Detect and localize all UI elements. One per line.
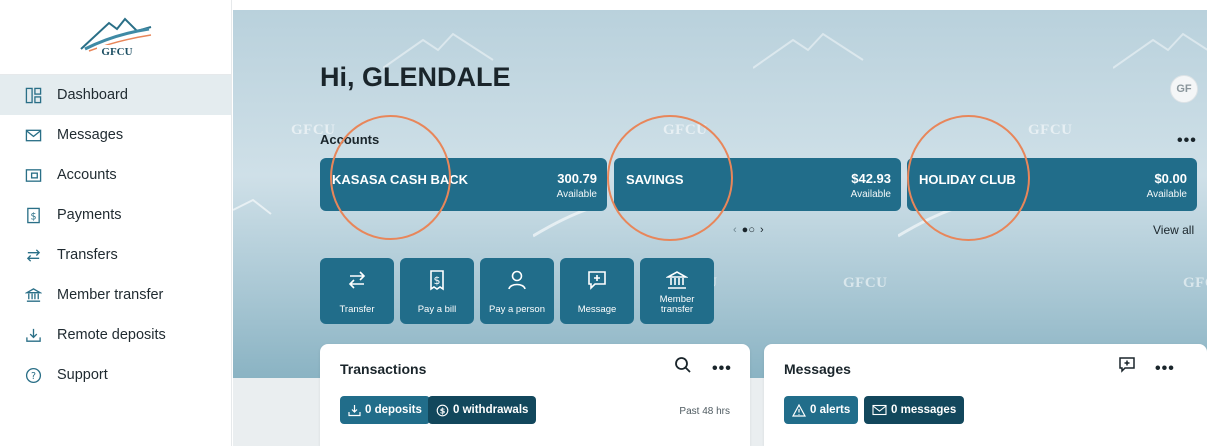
sidebar-item-label: Dashboard [57, 87, 128, 103]
transactions-card: Transactions ••• 0 deposits $ 0 withdraw… [320, 344, 750, 446]
svg-text:$: $ [434, 274, 441, 287]
sidebar-item-remote-deposits[interactable]: Remote deposits [0, 315, 231, 355]
account-card-holiday-club[interactable]: HOLIDAY CLUB $0.00 Available [907, 158, 1197, 211]
sidebar-item-messages[interactable]: Messages [0, 115, 231, 155]
view-all-link[interactable]: View all [1153, 223, 1194, 237]
withdrawals-chip[interactable]: $ 0 withdrawals [428, 396, 537, 424]
messages-count: 0 messages [891, 404, 957, 416]
transfer-icon [345, 268, 369, 292]
messages-title: Messages [784, 361, 851, 377]
chevron-right-icon[interactable]: › [760, 224, 764, 236]
message-button[interactable]: Message [560, 258, 634, 324]
messages-card: Messages ••• 0 alerts 0 messages [764, 344, 1207, 446]
account-name: KASASA CASH BACK [332, 172, 469, 187]
quick-action-label: Member transfer [659, 294, 695, 315]
accounts-icon [24, 166, 42, 184]
envelope-icon [24, 126, 42, 144]
accounts-more-button[interactable]: ••• [1177, 133, 1197, 149]
page-title: Hi, GLENDALE [320, 62, 511, 92]
sidebar-item-label: Transfers [57, 247, 118, 263]
account-balance: $42.93 [851, 171, 891, 186]
main-content: GFCU GFCU GFCU GFCU GFCU GFCU Hi, GLENDA… [233, 0, 1207, 446]
deposits-count: 0 deposits [365, 404, 422, 416]
account-name: SAVINGS [626, 172, 684, 187]
pay-bill-button[interactable]: $ Pay a bill [400, 258, 474, 324]
dashboard-icon [24, 86, 42, 104]
sidebar-item-label: Remote deposits [57, 327, 166, 343]
logo[interactable]: GFCU [0, 0, 231, 75]
watermark-text: GFCU [663, 122, 708, 138]
messages-chip[interactable]: 0 messages [864, 396, 965, 424]
member-transfer-button[interactable]: Member transfer [640, 258, 714, 324]
account-status: Available [556, 189, 597, 200]
transfers-icon [24, 246, 42, 264]
sidebar-item-label: Messages [57, 127, 124, 143]
sidebar-item-support[interactable]: ? Support [0, 355, 231, 395]
message-plus-icon[interactable] [1118, 356, 1136, 379]
quick-action-label: Pay a bill [417, 304, 457, 315]
bank-icon [24, 286, 42, 304]
watermark-text: GFCU [1183, 275, 1207, 291]
deposit-icon [348, 404, 361, 416]
carousel-pager: ‹ ●○ › [733, 224, 764, 236]
withdrawals-count: 0 withdrawals [453, 404, 529, 416]
svg-text:$: $ [440, 406, 446, 415]
deposit-icon [24, 326, 42, 344]
bill-icon: $ [425, 268, 449, 292]
quick-action-label: Pay a person [489, 304, 545, 315]
sidebar-item-dashboard[interactable]: Dashboard [0, 75, 231, 115]
envelope-icon [872, 404, 887, 416]
svg-text:?: ? [30, 371, 35, 382]
alerts-count: 0 alerts [810, 404, 851, 416]
watermark-text: GFCU [843, 275, 888, 291]
sidebar: GFCU Dashboard Messages Accounts $ Payme… [0, 0, 232, 446]
top-bar [233, 0, 1207, 10]
account-status: Available [850, 189, 891, 200]
sidebar-nav: Dashboard Messages Accounts $ Payments T… [0, 75, 231, 395]
sidebar-item-label: Payments [57, 207, 122, 223]
gfcu-logo-icon: GFCU [79, 17, 151, 58]
quick-action-label: Transfer [339, 304, 375, 315]
account-name: HOLIDAY CLUB [919, 172, 1016, 187]
transactions-more-button[interactable]: ••• [712, 361, 732, 377]
account-balance: $0.00 [1154, 171, 1187, 186]
payments-icon: $ [24, 206, 42, 224]
account-status: Available [1146, 189, 1187, 200]
dollar-circle-icon: $ [436, 404, 449, 416]
transactions-title: Transactions [340, 361, 427, 377]
watermark-text: GFCU [1028, 122, 1073, 138]
mountain-watermark-icon [1113, 32, 1207, 69]
transfer-button[interactable]: Transfer [320, 258, 394, 324]
transactions-period: Past 48 hrs [679, 406, 730, 417]
sidebar-item-label: Support [57, 367, 108, 383]
pay-person-button[interactable]: Pay a person [480, 258, 554, 324]
account-card-kasasa[interactable]: KASASA CASH BACK 300.79 Available [320, 158, 607, 211]
sidebar-item-transfers[interactable]: Transfers [0, 235, 231, 275]
search-icon[interactable] [674, 356, 692, 379]
sidebar-item-payments[interactable]: $ Payments [0, 195, 231, 235]
help-icon: ? [24, 366, 42, 384]
quick-action-label: Message [577, 304, 617, 315]
mountain-watermark-icon [233, 198, 272, 215]
accounts-section-title: Accounts [320, 132, 380, 147]
svg-text:$: $ [30, 211, 36, 222]
warning-icon [792, 403, 806, 417]
message-plus-icon [585, 268, 609, 292]
bank-icon [665, 268, 689, 292]
person-icon [505, 268, 529, 292]
sidebar-item-accounts[interactable]: Accounts [0, 155, 231, 195]
mountain-watermark-icon [753, 32, 864, 69]
svg-text:GFCU: GFCU [101, 46, 132, 58]
deposits-chip[interactable]: 0 deposits [340, 396, 430, 424]
carousel-dots[interactable]: ●○ [742, 224, 755, 236]
account-card-savings[interactable]: SAVINGS $42.93 Available [614, 158, 901, 211]
sidebar-item-label: Member transfer [57, 287, 164, 303]
messages-more-button[interactable]: ••• [1155, 361, 1175, 377]
alerts-chip[interactable]: 0 alerts [784, 396, 859, 424]
avatar[interactable]: GF [1170, 75, 1198, 103]
sidebar-item-label: Accounts [57, 167, 117, 183]
account-balance: 300.79 [557, 171, 597, 186]
sidebar-item-member-transfer[interactable]: Member transfer [0, 275, 231, 315]
chevron-left-icon[interactable]: ‹ [733, 224, 737, 236]
